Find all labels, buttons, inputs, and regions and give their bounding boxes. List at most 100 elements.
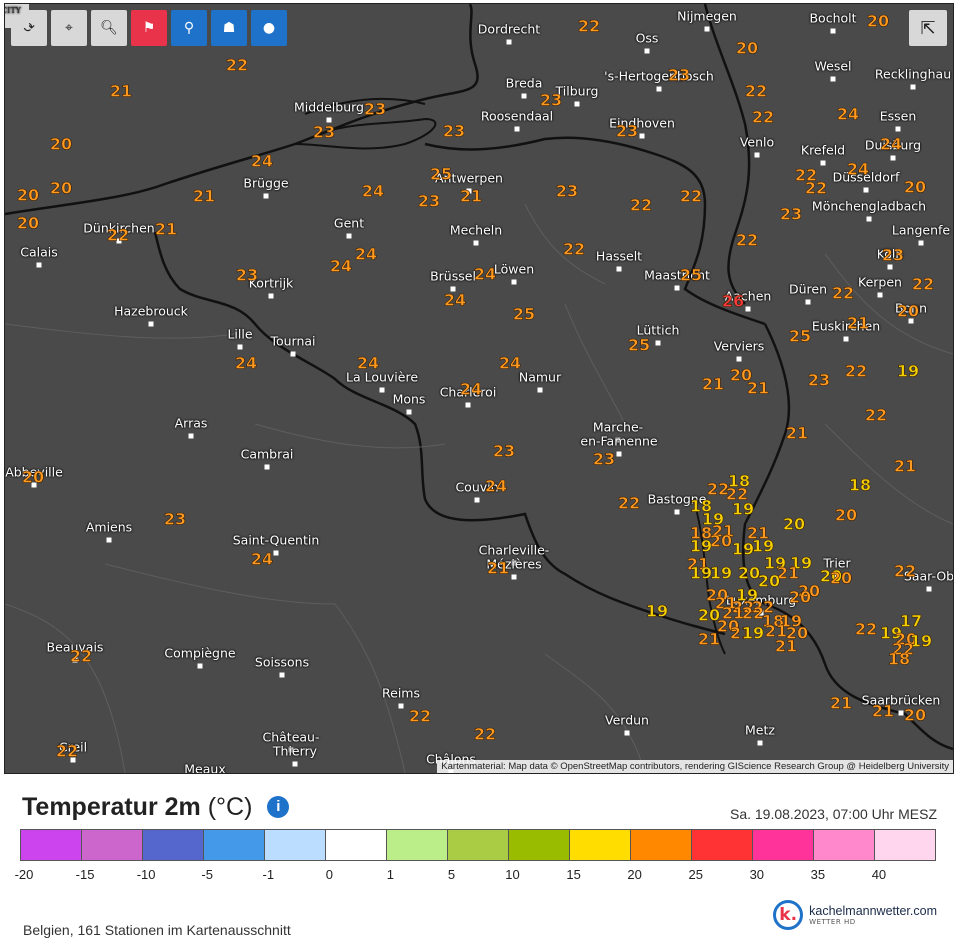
station-temperature[interactable]: 21 — [193, 186, 216, 206]
station-temperature[interactable]: 24 — [251, 549, 274, 569]
station-temperature[interactable]: 23 — [668, 65, 691, 85]
station-temperature[interactable]: 24 — [235, 353, 258, 373]
weather-map[interactable]: Dordrecht Nijmegen Bocholt Oss Wesel Reckling… — [4, 3, 954, 774]
station-temperature[interactable]: 19 — [690, 563, 713, 583]
station-temperature[interactable]: 22 — [745, 81, 768, 101]
station-temperature[interactable]: 24 — [357, 353, 380, 373]
station-temperature[interactable]: 22 — [894, 561, 917, 581]
station-temperature[interactable]: 20 — [17, 213, 40, 233]
station-temperature[interactable]: 21 — [460, 186, 483, 206]
share-button[interactable]: ⇱ — [909, 10, 947, 46]
station-temperature[interactable]: 24 — [837, 104, 860, 124]
balloon-button[interactable]: ● — [251, 10, 287, 46]
station-temperature[interactable]: 20 — [736, 38, 759, 58]
station-temperature[interactable]: 22 — [752, 107, 775, 127]
station-temperature[interactable]: 20 — [710, 531, 733, 551]
station-temperature[interactable]: 20 — [789, 587, 812, 607]
station-temperature[interactable]: 24 — [499, 353, 522, 373]
station-temperature[interactable]: 20 — [50, 134, 73, 154]
station-temperature[interactable]: 22 — [618, 493, 641, 513]
station-temperature[interactable]: 21 — [487, 558, 510, 578]
station-temperature[interactable]: 21 — [747, 378, 770, 398]
station-temperature[interactable]: 22 — [680, 186, 703, 206]
station-temperature[interactable]: 23 — [882, 245, 905, 265]
station-temperature[interactable]: 20 — [835, 505, 858, 525]
station-temperature[interactable]: 24 — [251, 151, 274, 171]
station-temperature[interactable]: 21 — [786, 423, 809, 443]
station-temperature[interactable]: 24 — [460, 379, 483, 399]
station-temperature[interactable]: 23 — [418, 191, 441, 211]
station-temperature[interactable]: 19 — [646, 601, 669, 621]
station-temperature[interactable]: 25 — [680, 265, 703, 285]
station-temperature[interactable]: 22 — [845, 361, 868, 381]
station-temperature[interactable]: 19 — [742, 623, 765, 643]
station-temperature[interactable]: 20 — [17, 185, 40, 205]
station-temperature[interactable]: 23 — [164, 509, 187, 529]
station-temperature[interactable]: 23 — [616, 121, 639, 141]
manual-station-button[interactable]: ☗ — [211, 10, 247, 46]
station-temperature[interactable]: 23 — [364, 99, 387, 119]
station-temperature[interactable]: 24 — [362, 181, 385, 201]
station-temperature[interactable]: 20 — [867, 11, 890, 31]
station-temperature[interactable]: 19 — [732, 499, 755, 519]
station-temperature[interactable]: 22 — [474, 724, 497, 744]
station-temperature[interactable]: 23 — [780, 204, 803, 224]
station-filter-button[interactable]: ⚑ — [131, 10, 167, 46]
station-temperature[interactable]: 23 — [493, 441, 516, 461]
station-temperature[interactable]: 23 — [443, 121, 466, 141]
weather-station-button[interactable]: ⚲ — [171, 10, 207, 46]
station-temperature[interactable]: 18 — [849, 475, 872, 495]
location-button[interactable]: ⌖ — [51, 10, 87, 46]
station-temperature[interactable]: 19 — [732, 539, 755, 559]
station-temperature[interactable]: 22 — [832, 283, 855, 303]
station-temperature[interactable]: 20 — [830, 568, 853, 588]
station-temperature[interactable]: 21 — [847, 313, 870, 333]
station-temperature[interactable]: 24 — [485, 476, 508, 496]
station-temperature[interactable]: 20 — [738, 563, 761, 583]
station-temperature[interactable]: 20 — [904, 177, 927, 197]
zoom-button[interactable]: 🔍︎ — [91, 10, 127, 46]
station-temperature[interactable]: 22 — [226, 55, 249, 75]
station-temperature[interactable]: 23 — [808, 370, 831, 390]
station-temperature[interactable]: 21 — [702, 374, 725, 394]
station-temperature[interactable]: 20 — [897, 301, 920, 321]
station-temperature[interactable]: 23 — [313, 122, 336, 142]
city-toggle-button[interactable]: CITY — [5, 4, 29, 28]
station-temperature[interactable]: 20 — [783, 514, 806, 534]
station-temperature[interactable]: 24 — [880, 134, 903, 154]
station-temperature[interactable]: 20 — [50, 178, 73, 198]
station-temperature[interactable]: 20 — [758, 571, 781, 591]
station-temperature[interactable]: 18 — [888, 649, 911, 669]
info-icon[interactable]: i — [267, 795, 290, 818]
station-temperature[interactable]: 22 — [630, 195, 653, 215]
station-temperature[interactable]: 25 — [789, 326, 812, 346]
station-temperature[interactable]: 25 — [628, 335, 651, 355]
station-temperature[interactable]: 21 — [775, 636, 798, 656]
station-temperature[interactable]: 23 — [236, 265, 259, 285]
station-temperature[interactable]: 22 — [409, 706, 432, 726]
station-temperature[interactable]: 23 — [540, 90, 563, 110]
station-temperature[interactable]: 22 — [805, 178, 828, 198]
station-temperature[interactable]: 22 — [56, 741, 79, 761]
station-temperature[interactable]: 22 — [578, 16, 601, 36]
station-temperature[interactable]: 22 — [70, 646, 93, 666]
station-temperature[interactable]: 25 — [513, 304, 536, 324]
station-temperature[interactable]: 24 — [847, 159, 870, 179]
station-temperature[interactable]: 20 — [904, 705, 927, 725]
station-temperature[interactable]: 24 — [355, 244, 378, 264]
station-temperature[interactable]: 22 — [736, 230, 759, 250]
station-temperature[interactable]: 20 — [22, 467, 45, 487]
station-temperature[interactable]: 21 — [155, 219, 178, 239]
station-temperature[interactable]: 22 — [107, 225, 130, 245]
station-temperature[interactable]: 23 — [556, 181, 579, 201]
station-temperature[interactable]: 22 — [563, 239, 586, 259]
brand-logo[interactable]: k. kachelmannwetter.com WETTER HD — [773, 900, 937, 930]
station-temperature[interactable]: 21 — [777, 563, 800, 583]
station-temperature[interactable]: 26 — [722, 291, 745, 311]
station-temperature[interactable]: 17 — [900, 611, 923, 631]
station-temperature[interactable]: 24 — [330, 256, 353, 276]
station-temperature[interactable]: 23 — [593, 449, 616, 469]
station-temperature[interactable]: 21 — [830, 693, 853, 713]
station-temperature[interactable]: 25 — [430, 164, 453, 184]
station-temperature[interactable]: 24 — [444, 290, 467, 310]
